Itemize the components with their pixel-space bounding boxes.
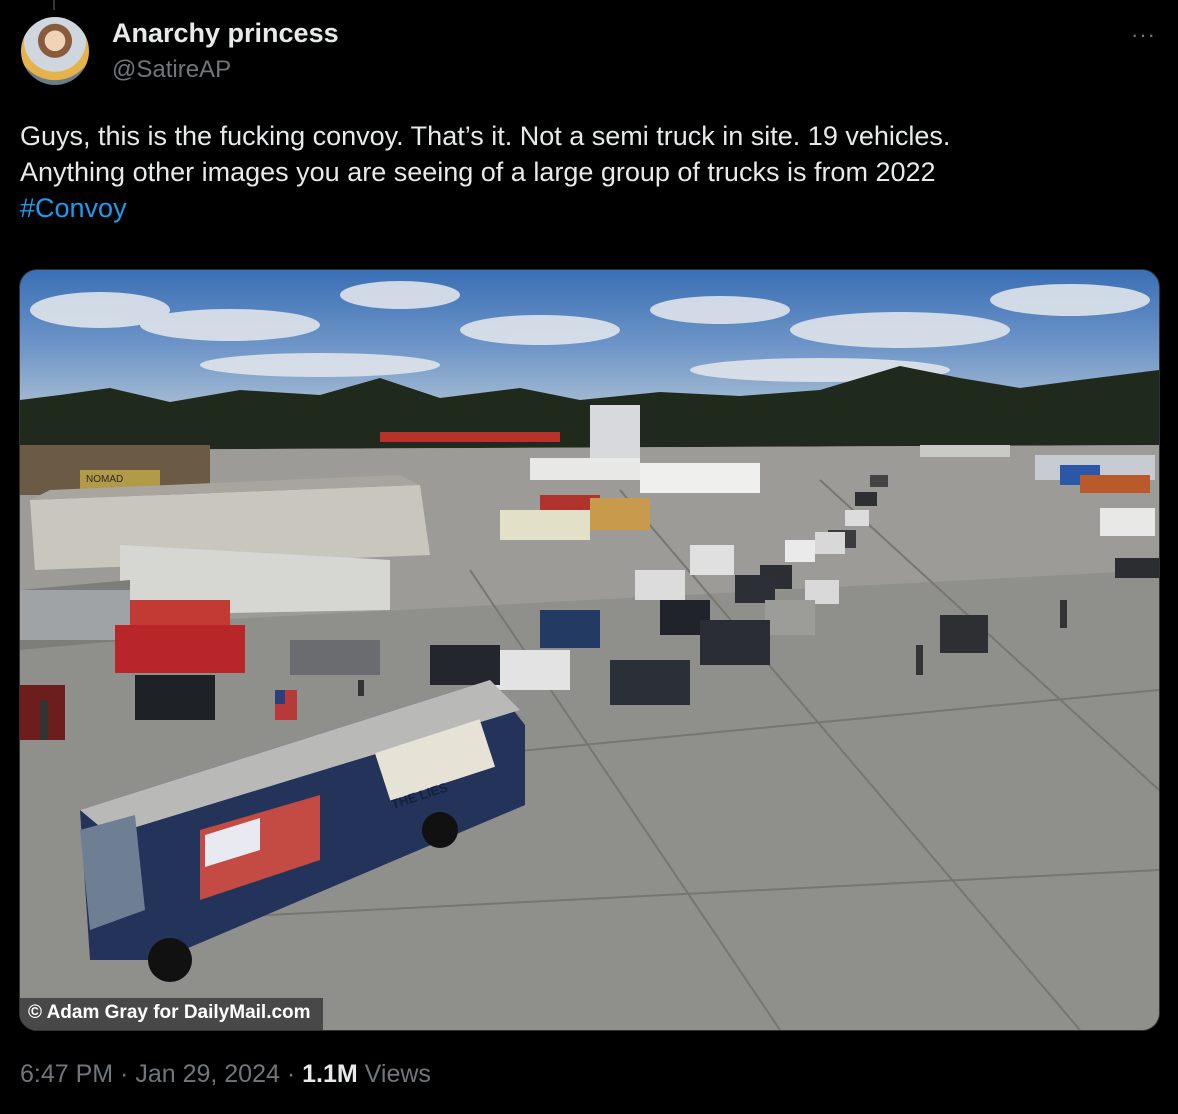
clouds [30,281,1150,382]
tweet-meta: 6:47 PM · Jan 29, 2024 · 1.1M Views [20,1060,431,1089]
tweet-text-line-2: Anything other images you are seeing of … [20,157,936,187]
author-display-name[interactable]: Anarchy princess [112,18,339,49]
store-sign: NOMAD [86,474,123,485]
convoy-aerial-photo: THE LIES NOMAD [20,281,1159,1030]
author-avatar[interactable] [21,17,89,85]
author-handle[interactable]: @SatireAP [112,56,231,84]
tweet-photo[interactable]: THE LIES NOMAD © Adam Gray for DailyMail… [19,269,1160,1031]
more-options-icon[interactable]: ··· [1131,22,1156,48]
tweet-date[interactable]: Jan 29, 2024 [135,1060,280,1088]
tweet-time[interactable]: 6:47 PM [20,1060,113,1088]
tweet-text: Guys, this is the fucking convoy. That’s… [20,118,1150,226]
treeline [20,366,1159,450]
meta-separator-2: · [279,1060,303,1088]
views-count[interactable]: 1.1M [302,1060,358,1088]
photo-credit: © Adam Gray for DailyMail.com [20,998,323,1030]
tweet-text-line-1: Guys, this is the fucking convoy. That’s… [20,121,951,151]
views-label: Views [357,1060,431,1088]
thread-connector-line [53,0,55,10]
meta-separator: · [113,1060,136,1088]
hashtag-link[interactable]: #Convoy [20,190,1150,226]
